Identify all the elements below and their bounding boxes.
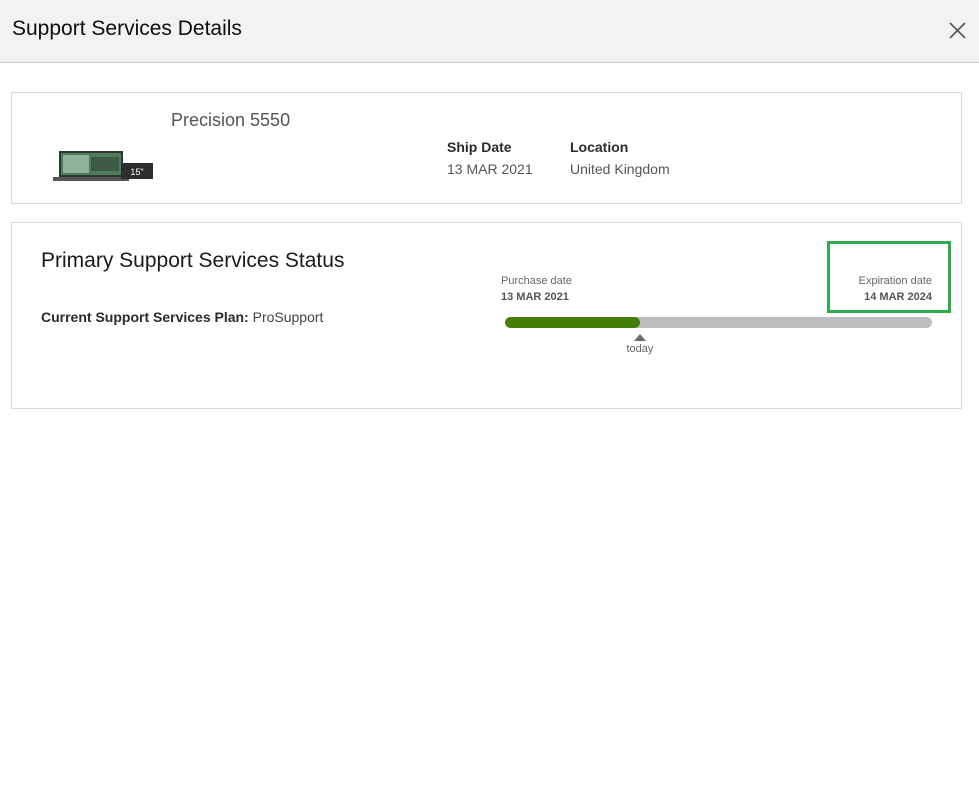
dialog-header: Support Services Details [0, 0, 979, 63]
coverage-progress-fill [505, 317, 640, 328]
purchase-date-label: Purchase date [501, 275, 572, 287]
ship-date-label: Ship Date [447, 139, 512, 155]
triangle-up-icon [633, 334, 646, 341]
status-title: Primary Support Services Status [41, 249, 345, 272]
close-icon[interactable] [945, 18, 971, 44]
product-card: 15" Precision 5550 Ship Date 13 MAR 2021… [11, 92, 962, 204]
dialog-title: Support Services Details [12, 17, 242, 40]
ship-date-value: 13 MAR 2021 [447, 161, 533, 177]
purchase-date-value: 13 MAR 2021 [501, 291, 569, 303]
support-status-card: Primary Support Services Status Current … [11, 222, 962, 409]
expiration-highlight-box [827, 241, 951, 313]
plan-value: ProSupport [252, 309, 324, 325]
current-plan: Current Support Services Plan: ProSuppor… [41, 309, 323, 325]
product-name: Precision 5550 [171, 110, 291, 130]
laptop-image: 15" [53, 149, 157, 187]
plan-label: Current Support Services Plan: [41, 309, 249, 325]
coverage-progress-bar [505, 317, 932, 328]
location-label: Location [570, 139, 629, 155]
image-badge: 15" [130, 167, 143, 177]
today-marker: today [620, 334, 660, 355]
close-button[interactable] [945, 18, 971, 44]
today-label: today [626, 343, 654, 355]
location-value: United Kingdom [570, 161, 670, 177]
